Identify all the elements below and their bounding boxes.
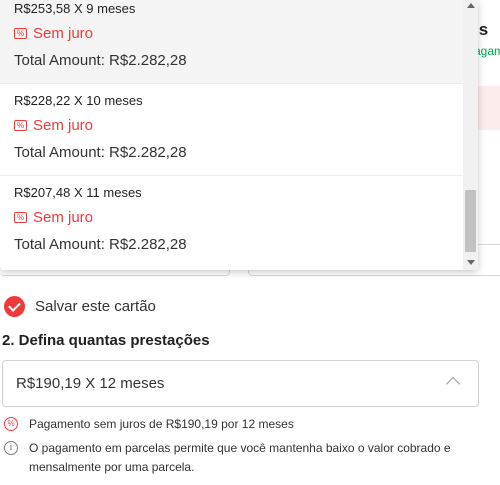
option-total: Total Amount: R$2.282,28 (14, 52, 187, 69)
badge-label: Sem juro (33, 25, 94, 42)
interest-free-note: % Pagamento sem juros de R$190,19 por 12… (4, 415, 294, 434)
installment-info-note: i O pagamento em parcelas permite que vo… (4, 439, 500, 477)
installment-option[interactable]: R$228,22 X 10 meses % Sem juro Total Amo… (0, 84, 463, 176)
scroll-up-arrow-icon[interactable] (467, 3, 475, 8)
installments-section-title: 2. Defina quantas prestações (2, 332, 210, 349)
option-total: Total Amount: R$2.282,28 (14, 236, 187, 253)
interest-free-badge: % Sem juro (14, 25, 93, 42)
badge-label: Sem juro (33, 209, 94, 226)
badge-label: Sem juro (33, 117, 94, 134)
dropdown-scrollbar[interactable] (463, 0, 478, 270)
percent-icon: % (4, 417, 18, 431)
save-card-checkbox[interactable]: Salvar este cartão (4, 296, 156, 317)
chevron-up-icon[interactable] (445, 376, 461, 392)
interest-free-badge: % Sem juro (14, 117, 93, 134)
discount-tag-icon: % (14, 28, 27, 39)
scrollbar-thumb[interactable] (465, 190, 476, 252)
installments-select[interactable]: R$190,19 X 12 meses (2, 360, 479, 407)
discount-tag-icon: % (14, 120, 27, 131)
interest-free-note-text: Pagamento sem juros de R$190,19 por 12 m… (29, 417, 294, 431)
option-title: R$228,22 X 10 meses (14, 93, 143, 108)
interest-free-badge: % Sem juro (14, 209, 93, 226)
option-title: R$207,48 X 11 meses (14, 185, 142, 200)
scroll-down-arrow-icon[interactable] (467, 260, 475, 265)
installment-info-text: O pagamento em parcelas permite que você… (29, 441, 451, 474)
discount-tag-icon: % (14, 212, 27, 223)
installment-option[interactable]: R$253,58 X 9 meses % Sem juro Total Amou… (0, 0, 463, 84)
option-total: Total Amount: R$2.282,28 (14, 144, 187, 161)
installment-option[interactable]: R$207,48 X 11 meses % Sem juro Total Amo… (0, 176, 463, 270)
selected-installment: R$190,19 X 12 meses (16, 375, 165, 392)
save-card-label: Salvar este cartão (35, 298, 156, 315)
info-icon: i (4, 441, 18, 455)
check-circle-icon[interactable] (4, 296, 25, 317)
installments-dropdown-list: R$253,58 X 9 meses % Sem juro Total Amou… (0, 0, 478, 270)
option-title: R$253,58 X 9 meses (14, 1, 136, 16)
